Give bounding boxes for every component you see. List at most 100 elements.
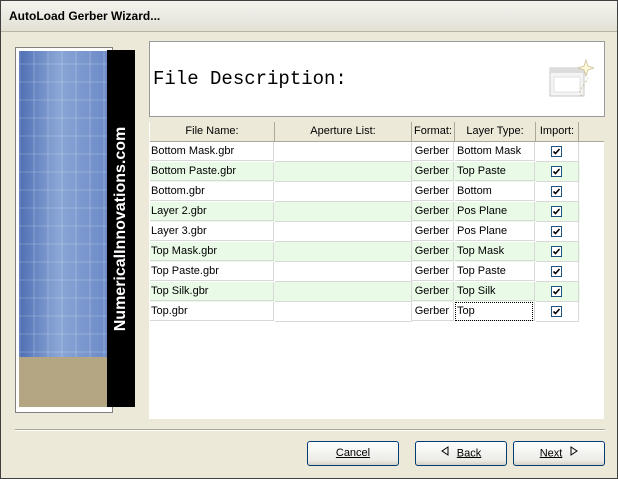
check-icon (551, 186, 562, 197)
table-row[interactable]: Layer 3.gbr Gerber Pos Plane (150, 222, 580, 242)
back-button[interactable]: Back (415, 441, 507, 466)
layer-type-cell[interactable]: Top Paste (455, 262, 535, 281)
import-checkbox[interactable] (551, 246, 562, 257)
import-cell[interactable] (536, 222, 579, 242)
import-checkbox[interactable] (551, 306, 562, 317)
import-cell[interactable] (536, 142, 579, 162)
cancel-button[interactable]: Cancel (307, 441, 399, 466)
aperture-cell[interactable] (275, 302, 412, 322)
aperture-cell[interactable] (275, 242, 412, 262)
layer-type-cell[interactable]: Pos Plane (455, 202, 535, 221)
check-icon (551, 206, 562, 217)
file-name-cell[interactable]: Top Silk.gbr (150, 282, 274, 301)
check-icon (551, 166, 562, 177)
file-name-cell[interactable]: Layer 3.gbr (150, 222, 274, 241)
import-cell[interactable] (536, 202, 579, 222)
check-icon (551, 146, 562, 157)
file-name-cell[interactable]: Bottom Paste.gbr (150, 162, 274, 181)
file-name-cell[interactable]: Top.gbr (150, 302, 274, 321)
format-cell[interactable]: Gerber (412, 182, 454, 201)
header-panel: File Description: (149, 41, 605, 117)
table-row[interactable]: Top Paste.gbr Gerber Top Paste (150, 262, 580, 282)
format-cell[interactable]: Gerber (412, 262, 454, 281)
aperture-cell[interactable] (275, 282, 412, 302)
table-row[interactable]: Bottom Mask.gbr Gerber Bottom Mask (150, 142, 580, 162)
check-icon (551, 226, 562, 237)
import-checkbox[interactable] (551, 226, 562, 237)
layer-type-cell[interactable]: Top Mask (455, 242, 535, 261)
col-import[interactable]: Import: (536, 122, 579, 142)
col-file-name[interactable]: File Name: (150, 122, 275, 142)
next-label: Next (539, 447, 563, 460)
format-cell[interactable]: Gerber (412, 162, 454, 181)
format-cell[interactable]: Gerber (412, 142, 454, 161)
layer-type-cell[interactable]: Bottom (455, 182, 535, 201)
col-format[interactable]: Format: (412, 122, 455, 142)
format-cell[interactable]: Gerber (412, 202, 454, 221)
wizard-window: AutoLoad Gerber Wizard... NumericalInnov… (0, 0, 618, 479)
brand-strip: NumericalInnovations.com (107, 50, 135, 407)
aperture-cell[interactable] (275, 262, 412, 282)
layer-type-cell[interactable]: Pos Plane (455, 222, 535, 241)
col-filler (579, 122, 604, 142)
brand-text: NumericalInnovations.com (112, 126, 129, 331)
cancel-label: Cancel (335, 447, 371, 459)
file-name-cell[interactable]: Layer 2.gbr (150, 202, 274, 221)
layer-type-cell[interactable]: Top Silk (455, 282, 535, 301)
check-icon (551, 266, 562, 277)
banner-footer (19, 357, 107, 407)
import-cell[interactable] (536, 242, 579, 262)
col-layer-type[interactable]: Layer Type: (455, 122, 536, 142)
title-bar[interactable]: AutoLoad Gerber Wizard... (1, 1, 617, 32)
format-cell[interactable]: Gerber (412, 242, 454, 261)
import-checkbox[interactable] (551, 186, 562, 197)
triangle-left-icon (440, 442, 449, 465)
file-name-cell[interactable]: Top Paste.gbr (150, 262, 274, 281)
import-checkbox[interactable] (551, 206, 562, 217)
file-name-cell[interactable]: Bottom.gbr (150, 182, 274, 201)
format-cell[interactable]: Gerber (412, 222, 454, 241)
aperture-cell[interactable] (275, 222, 412, 242)
aperture-cell[interactable] (275, 202, 412, 222)
format-cell[interactable]: Gerber (412, 302, 454, 321)
table-row[interactable]: Top Mask.gbr Gerber Top Mask (150, 242, 580, 262)
import-cell[interactable] (536, 182, 579, 202)
window-title: AutoLoad Gerber Wizard... (9, 9, 161, 23)
import-checkbox[interactable] (551, 286, 562, 297)
import-cell[interactable] (536, 302, 579, 322)
col-aperture-list[interactable]: Aperture List: (275, 122, 412, 142)
import-cell[interactable] (536, 162, 579, 182)
file-name-cell[interactable]: Bottom Mask.gbr (150, 142, 274, 161)
check-icon (551, 286, 562, 297)
import-checkbox[interactable] (551, 266, 562, 277)
window-sparkle-icon (546, 56, 596, 104)
aperture-cell[interactable] (275, 142, 412, 162)
page-title: File Description: (153, 68, 347, 90)
back-label: Back (456, 447, 482, 460)
banner-pattern (19, 51, 107, 407)
aperture-cell[interactable] (275, 182, 412, 202)
file-table: File Name: Aperture List: Format: Layer … (149, 122, 604, 419)
import-checkbox[interactable] (551, 166, 562, 177)
table-row[interactable]: Top Silk.gbr Gerber Top Silk (150, 282, 580, 302)
check-icon (551, 306, 562, 317)
triangle-right-icon (570, 442, 579, 465)
footer-divider (15, 429, 605, 431)
banner-image (19, 51, 107, 407)
import-cell[interactable] (536, 262, 579, 282)
file-name-cell[interactable]: Top Mask.gbr (150, 242, 274, 261)
import-cell[interactable] (536, 282, 579, 302)
next-button[interactable]: Next (513, 441, 605, 466)
layer-type-cell[interactable]: Top Paste (455, 162, 535, 181)
format-cell[interactable]: Gerber (412, 282, 454, 301)
table-row[interactable]: Bottom Paste.gbr Gerber Top Paste (150, 162, 580, 182)
side-banner (15, 47, 113, 413)
import-checkbox[interactable] (551, 146, 562, 157)
table-row[interactable]: Layer 2.gbr Gerber Pos Plane (150, 202, 580, 222)
table-row[interactable]: Top.gbr Gerber Top (150, 302, 580, 322)
focus-indicator (455, 302, 533, 321)
check-icon (551, 246, 562, 257)
table-row[interactable]: Bottom.gbr Gerber Bottom (150, 182, 580, 202)
layer-type-cell[interactable]: Bottom Mask (455, 142, 535, 161)
aperture-cell[interactable] (275, 162, 412, 182)
